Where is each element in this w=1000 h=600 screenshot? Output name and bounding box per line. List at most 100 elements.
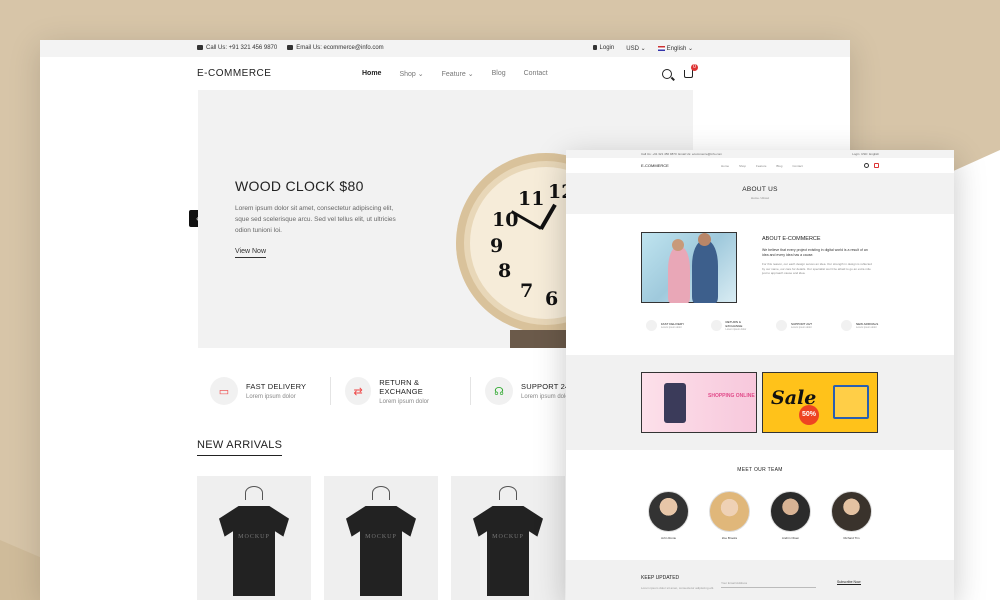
feature-item: SUPPORT 24/7 Lorem ipsum dolor <box>776 320 822 331</box>
login-label: Login <box>599 45 615 52</box>
language-select[interactable]: English <box>869 152 879 156</box>
about-nav-icons <box>864 163 879 168</box>
top-bar: Call Us: +91 321 456 9870 Email Us: ecom… <box>40 40 850 57</box>
clock-number: 11 <box>518 188 545 210</box>
search-icon[interactable] <box>662 68 672 79</box>
email-text: Email Us: ecommerce@info.com <box>296 45 384 52</box>
team-member: Andrin Olsen <box>770 491 811 540</box>
nav-shop[interactable]: Shop <box>739 164 746 168</box>
email-text: Email Us: ecommerce@info.com <box>678 152 723 156</box>
cart-icon[interactable]: 0 <box>684 63 698 78</box>
about-text-block: ABOUT E-COMMERCE We believe that every p… <box>762 236 872 276</box>
product-card[interactable]: MOCKUP <box>197 476 311 600</box>
main-nav: E-COMMERCE Home Shop ⌄ Feature ⌄ Blog Co… <box>40 57 850 90</box>
product-card[interactable]: MOCKUP <box>324 476 438 600</box>
chevron-down-icon: ⌄ <box>467 70 474 78</box>
currency-select[interactable]: USD <box>861 152 867 156</box>
keep-updated-title: KEEP UPDATED <box>641 575 680 581</box>
nav-shop-label: Shop <box>399 70 416 78</box>
feature-sub: Lorem ipsum dolor <box>725 328 747 331</box>
cart-illustration <box>833 385 869 419</box>
about-lead: We believe that every project existing i… <box>762 248 868 257</box>
about-page-mockup: Call Us: +91 321 456 9870 Email Us: ecom… <box>566 150 954 600</box>
hero-text: Lorem ipsum dolor sit amet, consectetur … <box>235 205 396 234</box>
nav-shop[interactable]: Shop ⌄ <box>399 70 423 78</box>
flag-icon <box>657 45 665 51</box>
member-name: John Ronie <box>660 536 677 540</box>
newsletter-email-input[interactable]: Your Email Address <box>721 581 816 588</box>
mockup-label: MOCKUP <box>238 534 270 540</box>
feature-sub: Lorem ipsum dolor <box>856 326 877 329</box>
person-head <box>672 239 684 251</box>
person-head <box>698 233 711 246</box>
person-woman <box>668 247 690 303</box>
cart-icon[interactable] <box>874 163 879 168</box>
hanger-icon <box>499 486 517 500</box>
login-link[interactable]: Login <box>852 152 859 156</box>
feature-sub: Lorem ipsum dolor <box>379 398 429 405</box>
banner-band <box>566 355 954 450</box>
newsletter-band <box>566 560 954 600</box>
headset-icon <box>776 320 787 331</box>
search-icon[interactable] <box>864 163 869 168</box>
login-link[interactable]: Login <box>592 45 615 52</box>
nav-contact[interactable]: Contact <box>524 70 548 78</box>
logo[interactable]: E-COMMERCE <box>197 68 271 79</box>
currency-select[interactable]: USD ⌄ <box>626 45 645 52</box>
product-grid: MOCKUP MOCKUP MOCKUP <box>197 476 565 600</box>
tshirt-image <box>219 506 289 596</box>
nav-menu: Home Shop ⌄ Feature ⌄ Blog Contact <box>362 70 548 78</box>
about-photo <box>641 232 737 303</box>
person-man <box>692 241 718 303</box>
call-text: Call Us: +91 321 456 9870 <box>641 152 677 156</box>
subscribe-button[interactable]: Subscribe Now <box>837 580 861 585</box>
nav-home[interactable]: Home <box>721 164 729 168</box>
avatar <box>709 491 750 532</box>
clock-number: 8 <box>498 260 512 282</box>
nav-feature[interactable]: Feature ⌄ <box>442 70 474 78</box>
clock-number: 9 <box>490 235 504 257</box>
hanger-icon <box>372 486 390 500</box>
about-logo[interactable]: E-COMMERCE <box>641 163 669 168</box>
bulb-icon <box>841 320 852 331</box>
feature-item: FAST DELIVERY Lorem ipsum dolor <box>646 320 692 331</box>
nav-blog[interactable]: Blog <box>492 70 506 78</box>
about-nav-menu: Home Shop Feature Blog Contact <box>721 164 803 168</box>
language-select[interactable]: English ⌄ <box>657 45 693 52</box>
nav-home[interactable]: Home <box>362 70 381 78</box>
mail-icon <box>287 45 294 51</box>
truck-icon: ▭ <box>210 377 238 405</box>
hero-title: WOOD CLOCK $80 <box>235 178 364 194</box>
feature-item: NEW ARRIVALS Lorem ipsum dolor <box>841 320 887 331</box>
sale-banner[interactable]: Sale 50% <box>762 372 878 433</box>
feature-item: ⇄ RETURN & EXCHANGE Lorem ipsum dolor <box>330 377 470 405</box>
nav-feature-label: Feature <box>441 70 466 78</box>
team-row: John Ronie Zoe Brooks Andrin Olsen Richa… <box>648 491 872 540</box>
language-label: English <box>666 46 687 52</box>
team-member: Richard Tim <box>831 491 872 540</box>
shopping-online-banner[interactable]: SHOPPING ONLINE <box>641 372 757 433</box>
feature-title: RETURN & EXCHANGE <box>725 320 743 328</box>
nav-blog[interactable]: Blog <box>776 164 782 168</box>
keep-updated-sub: Lorem ipsum dolor sit amet, consectetur … <box>641 586 715 590</box>
about-top-right: Login USD English <box>852 152 879 156</box>
tshirt-image <box>473 506 543 596</box>
nav-contact[interactable]: Contact <box>792 164 802 168</box>
chevron-down-icon: ⌄ <box>687 46 693 52</box>
about-heading: ABOUT E-COMMERCE <box>762 236 821 242</box>
email-info: Email Us: ecommerce@info.com <box>287 45 384 52</box>
feature-title: RETURN & EXCHANGE <box>379 377 423 396</box>
avatar <box>831 491 872 532</box>
about-features: FAST DELIVERY Lorem ipsum dolor RETURN & … <box>646 320 887 331</box>
product-card[interactable]: MOCKUP <box>451 476 565 600</box>
exchange-icon <box>711 320 722 331</box>
member-name: Richard Tim <box>843 536 860 540</box>
nav-feature[interactable]: Feature <box>756 164 766 168</box>
exchange-icon: ⇄ <box>345 377 372 405</box>
team-title: MEET OUR TEAM <box>737 467 783 473</box>
feature-item: RETURN & EXCHANGE Lorem ipsum dolor <box>711 320 757 331</box>
view-now-link[interactable]: View Now <box>235 248 266 258</box>
about-body: For this reason, our each design serves … <box>762 262 872 275</box>
about-banner: ABOUT US Home / About <box>566 173 954 214</box>
chevron-down-icon: ⌄ <box>417 70 424 78</box>
